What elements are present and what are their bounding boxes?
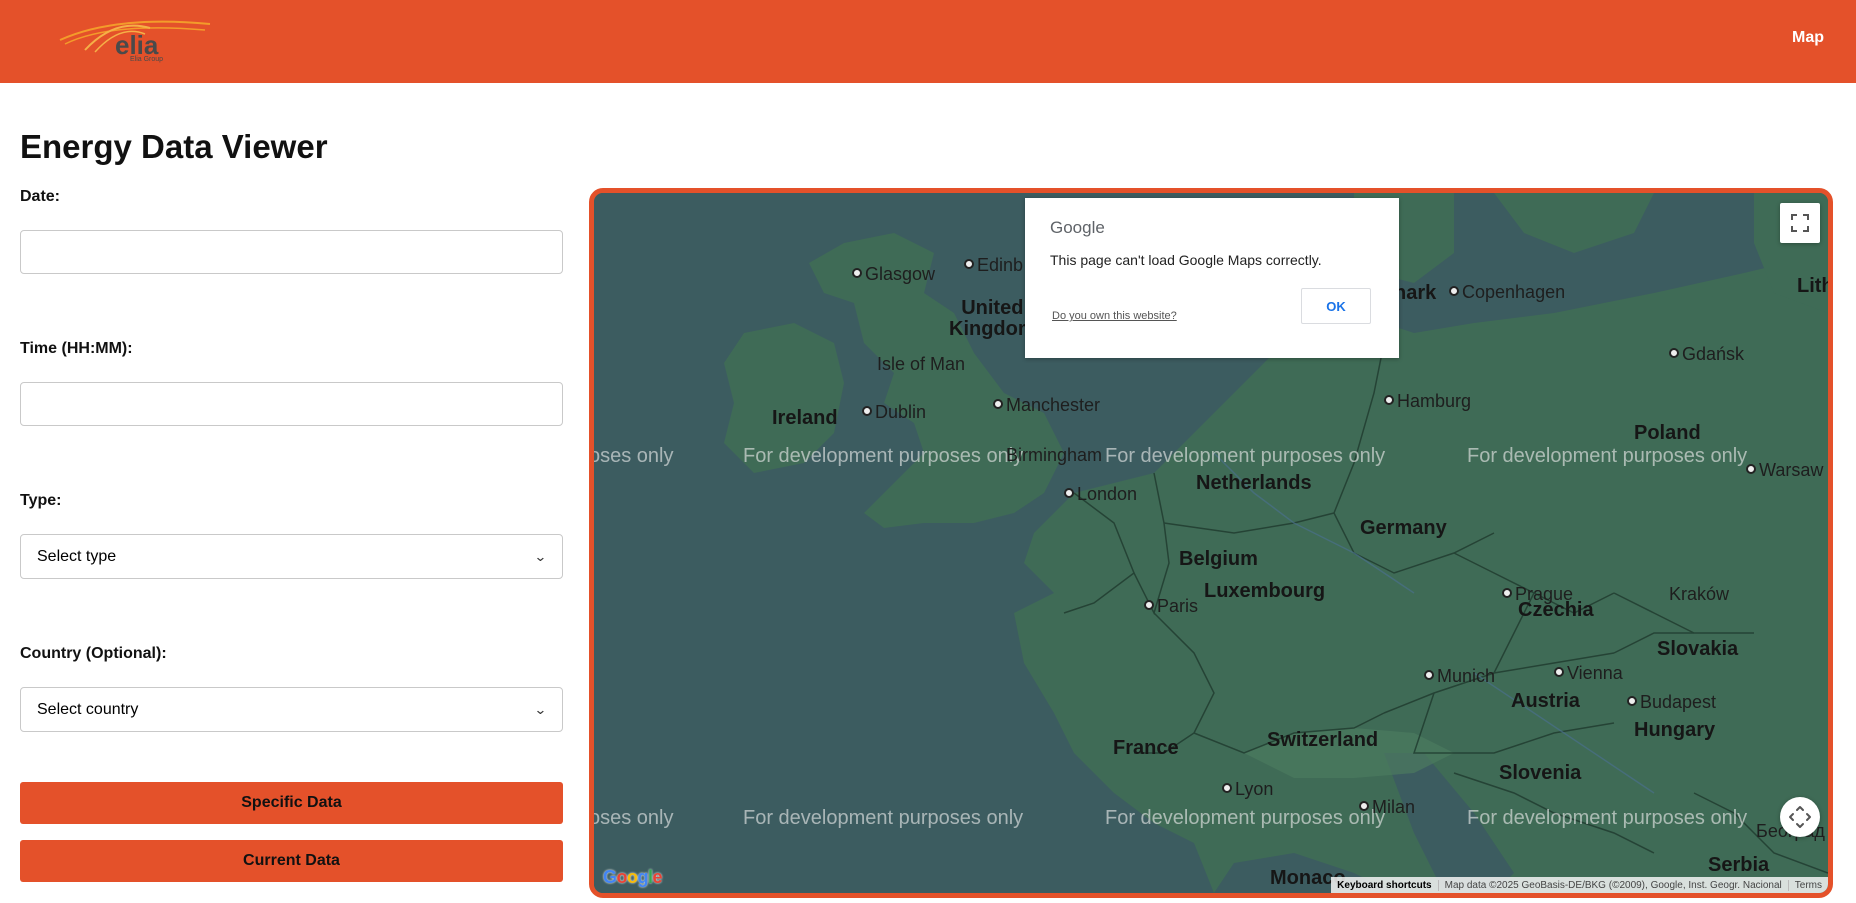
type-select-value: Select type (37, 547, 117, 565)
city-label-milan: Milan (1359, 798, 1415, 816)
watermark-text: For development purposes only (1467, 445, 1748, 467)
country-label-serbia: Serbia (1708, 854, 1770, 876)
city-label-london: London (1064, 485, 1137, 503)
country-label-france: France (1113, 737, 1179, 759)
city-label-munich: Munich (1424, 667, 1495, 685)
country-label-germany: Germany (1360, 517, 1447, 539)
time-input[interactable] (20, 382, 563, 426)
elia-logo-subtext: Elia Group (130, 56, 164, 63)
watermark-text: For development purposes only (1105, 807, 1386, 829)
specific-data-button[interactable]: Specific Data (20, 782, 563, 824)
google-watermark-logo: Google (603, 867, 663, 887)
country-label-isle-of-man: Isle of Man (877, 354, 966, 374)
error-message: This page can't load Google Maps correct… (1050, 252, 1322, 268)
fullscreen-icon (1791, 214, 1809, 232)
city-label-hamburg: Hamburg (1384, 392, 1471, 410)
city-label-edinburgh: Edinb (964, 256, 1023, 274)
city-label-lyon: Lyon (1222, 780, 1273, 798)
country-label-luxembourg: Luxembourg (1204, 580, 1326, 602)
city-label-warsaw: Warsaw (1746, 461, 1823, 479)
map-container[interactable]: oses only For development purposes only … (589, 188, 1833, 898)
country-label-switzerland: Switzerland (1267, 729, 1379, 751)
watermark-text: For development purposes only (743, 445, 1024, 467)
country-label-austria: Austria (1511, 690, 1580, 712)
city-label-manchester: Manchester (993, 396, 1100, 414)
page-title: Energy Data Viewer (20, 128, 328, 165)
own-website-link[interactable]: Do you own this website? (1052, 310, 1177, 322)
watermark-text: For development purposes only (1105, 445, 1386, 467)
move-arrows-icon (1789, 806, 1811, 828)
map-canvas[interactable]: oses only For development purposes only … (594, 193, 1828, 893)
map-attribution: Keyboard shortcuts Map data ©2025 GeoBas… (1331, 877, 1828, 893)
country-label-poland: Poland (1634, 422, 1701, 444)
watermark-text: For development purposes only (1467, 807, 1748, 829)
nav-map-link[interactable]: Map (1792, 29, 1824, 47)
date-input[interactable] (20, 230, 563, 274)
country-label-belgium: Belgium (1179, 548, 1258, 570)
type-select[interactable]: Select type ⌄ (20, 534, 563, 579)
city-label-copenhagen: Copenhagen (1449, 283, 1565, 301)
city-label-gdansk: Gdańsk (1669, 345, 1744, 363)
city-label-glasgow: Glasgow (852, 265, 935, 283)
country-label-denmark: nark (1394, 282, 1437, 304)
country-label-lithuania: Lith (1797, 275, 1833, 297)
city-label-budapest: Budapest (1627, 693, 1716, 711)
uk-label: United Kingdom (949, 297, 1036, 340)
country-select[interactable]: Select country ⌄ (20, 687, 563, 732)
country-label-slovakia: Slovakia (1657, 638, 1739, 660)
watermark-text: For development purposes only (743, 807, 1024, 829)
type-label: Type: (20, 492, 62, 509)
google-logo: Google (1050, 218, 1105, 237)
terms-link[interactable]: Terms (1787, 879, 1828, 891)
date-label: Date: (20, 188, 61, 205)
chevron-down-icon: ⌄ (534, 548, 548, 564)
city-label-birmingham: Birmingham (1006, 445, 1103, 465)
country-label-ireland: Ireland (772, 407, 838, 429)
city-label-vienna: Vienna (1554, 664, 1623, 682)
keyboard-shortcuts-link[interactable]: Keyboard shortcuts (1331, 880, 1437, 891)
current-data-button[interactable]: Current Data (20, 840, 563, 882)
country-label-uk: United Kingdom (949, 298, 1036, 340)
watermark-text: oses only (589, 807, 674, 829)
fullscreen-button[interactable] (1780, 203, 1820, 243)
ok-button[interactable]: OK (1301, 288, 1371, 324)
country-label-hungary: Hungary (1634, 719, 1716, 741)
city-label-krakow: Kraków (1669, 584, 1730, 604)
camera-control-button[interactable] (1780, 797, 1820, 837)
country-label-netherlands: Netherlands (1196, 472, 1312, 494)
top-navbar: Map (0, 0, 1856, 83)
google-maps-error-dialog: Google This page can't load Google Maps … (1025, 198, 1399, 358)
city-label-prague: Prague (1502, 585, 1573, 603)
map-data-attribution: Map data ©2025 GeoBasis-DE/BKG (©2009), … (1437, 879, 1788, 891)
watermark-text: oses only (589, 445, 674, 467)
country-label: Country (Optional): (20, 645, 167, 662)
chevron-down-icon: ⌄ (534, 701, 548, 717)
time-label: Time (HH:MM): (20, 340, 133, 357)
city-label-paris: Paris (1144, 597, 1198, 615)
country-label-slovenia: Slovenia (1499, 762, 1582, 784)
city-label-dublin: Dublin (862, 403, 926, 421)
country-select-value: Select country (37, 700, 139, 718)
